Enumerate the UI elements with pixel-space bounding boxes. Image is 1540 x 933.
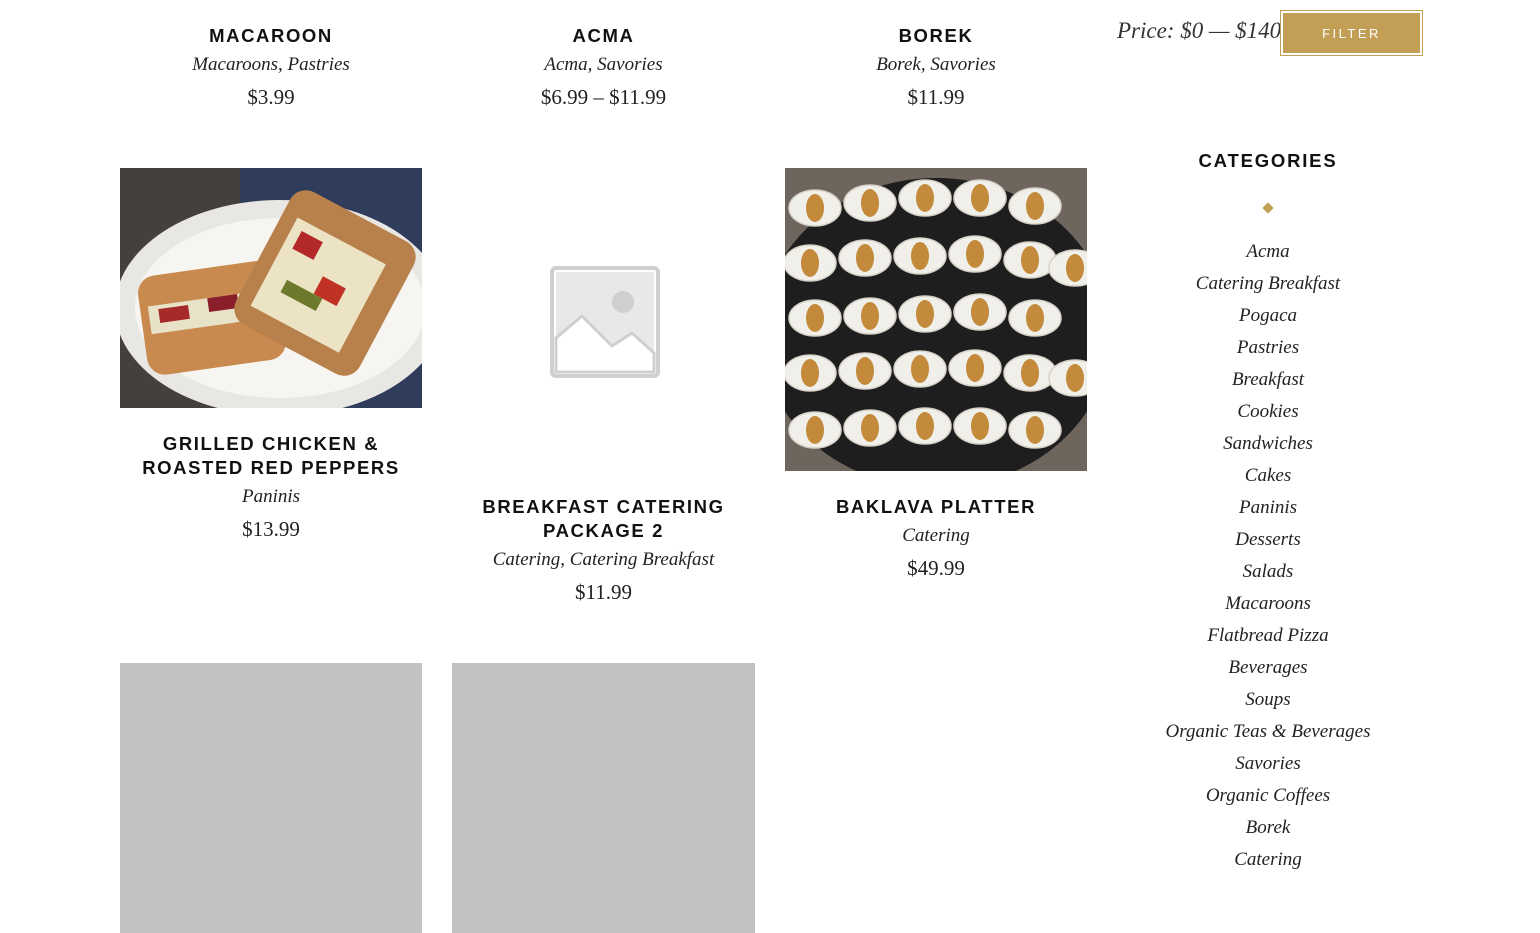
category-link-soups[interactable]: Soups xyxy=(1118,684,1418,716)
category-link-savories[interactable]: Savories xyxy=(1118,748,1418,780)
product-card-borek[interactable]: Borek Borek, Savories $11.99 xyxy=(785,24,1087,110)
product-price: $49.99 xyxy=(907,556,965,580)
category-link-flatbread-pizza[interactable]: Flatbread Pizza xyxy=(1118,620,1418,652)
product-categories[interactable]: Paninis xyxy=(120,485,422,509)
product-card-baklava-platter[interactable]: Baklava Platter Catering $49.99 xyxy=(785,495,1087,581)
product-price: $11.99 xyxy=(575,580,632,604)
category-link-catering-breakfast[interactable]: Catering Breakfast xyxy=(1118,268,1418,300)
category-link-organic-teas[interactable]: Organic Teas & Beverages xyxy=(1118,716,1418,748)
product-price: $6.99 – $11.99 xyxy=(540,85,667,109)
product-categories[interactable]: Catering, Catering Breakfast xyxy=(452,548,755,572)
product-title[interactable]: Baklava Platter xyxy=(785,495,1087,519)
product-image-baklava[interactable] xyxy=(785,168,1087,471)
panini-photo xyxy=(120,168,422,408)
product-card-macaroon[interactable]: Macaroon Macaroons, Pastries $3.99 xyxy=(120,24,422,110)
product-title[interactable]: Borek xyxy=(785,24,1087,48)
category-link-pastries[interactable]: Pastries xyxy=(1118,332,1418,364)
product-price: $3.99 xyxy=(247,85,295,109)
category-link-cookies[interactable]: Cookies xyxy=(1118,396,1418,428)
category-link-pogaca[interactable]: Pogaca xyxy=(1118,300,1418,332)
category-link-organic-coffees[interactable]: Organic Coffees xyxy=(1118,780,1418,812)
product-title[interactable]: Grilled Chicken & Roasted Red Peppers xyxy=(120,432,422,480)
product-title[interactable]: Macaroon xyxy=(120,24,422,48)
product-price: $11.99 xyxy=(907,85,965,109)
product-card-acma[interactable]: Acma Acma, Savories $6.99 – $11.99 xyxy=(452,24,755,110)
product-card-grilled-chicken[interactable]: Grilled Chicken & Roasted Red Peppers Pa… xyxy=(120,432,422,542)
category-link-borek[interactable]: Borek xyxy=(1118,812,1418,844)
product-categories[interactable]: Acma, Savories xyxy=(452,53,755,77)
filter-button[interactable]: FILTER xyxy=(1280,10,1423,56)
product-price: $13.99 xyxy=(242,517,300,541)
category-link-desserts[interactable]: Desserts xyxy=(1118,524,1418,556)
diamond-divider-icon xyxy=(1262,202,1274,214)
category-link-paninis[interactable]: Paninis xyxy=(1118,492,1418,524)
baklava-photo xyxy=(785,168,1087,471)
product-image-placeholder[interactable] xyxy=(452,168,755,471)
product-categories[interactable]: Macaroons, Pastries xyxy=(120,53,422,77)
filter-button-label: FILTER xyxy=(1283,13,1420,53)
categories-heading: CATEGORIES xyxy=(1198,150,1338,171)
product-title[interactable]: Acma xyxy=(452,24,755,48)
categories-list: Acma Catering Breakfast Pogaca Pastries … xyxy=(1118,236,1418,876)
price-range-label: Price: $0 — $140 xyxy=(1117,18,1282,43)
product-image-panini[interactable] xyxy=(120,168,422,408)
category-link-acma[interactable]: Acma xyxy=(1118,236,1418,268)
product-image-loading[interactable] xyxy=(452,663,755,933)
category-link-cakes[interactable]: Cakes xyxy=(1118,460,1418,492)
image-placeholder-icon xyxy=(550,266,660,378)
product-categories[interactable]: Catering xyxy=(785,524,1087,548)
category-link-breakfast[interactable]: Breakfast xyxy=(1118,364,1418,396)
category-link-catering[interactable]: Catering xyxy=(1118,844,1418,876)
product-card-breakfast-catering[interactable]: Breakfast Catering Package 2 Catering, C… xyxy=(452,495,755,605)
product-categories[interactable]: Borek, Savories xyxy=(785,53,1087,77)
product-image-loading[interactable] xyxy=(120,663,422,933)
product-title[interactable]: Breakfast Catering Package 2 xyxy=(452,495,755,543)
category-link-salads[interactable]: Salads xyxy=(1118,556,1418,588)
category-link-macaroons[interactable]: Macaroons xyxy=(1118,588,1418,620)
category-link-sandwiches[interactable]: Sandwiches xyxy=(1118,428,1418,460)
category-link-beverages[interactable]: Beverages xyxy=(1118,652,1418,684)
